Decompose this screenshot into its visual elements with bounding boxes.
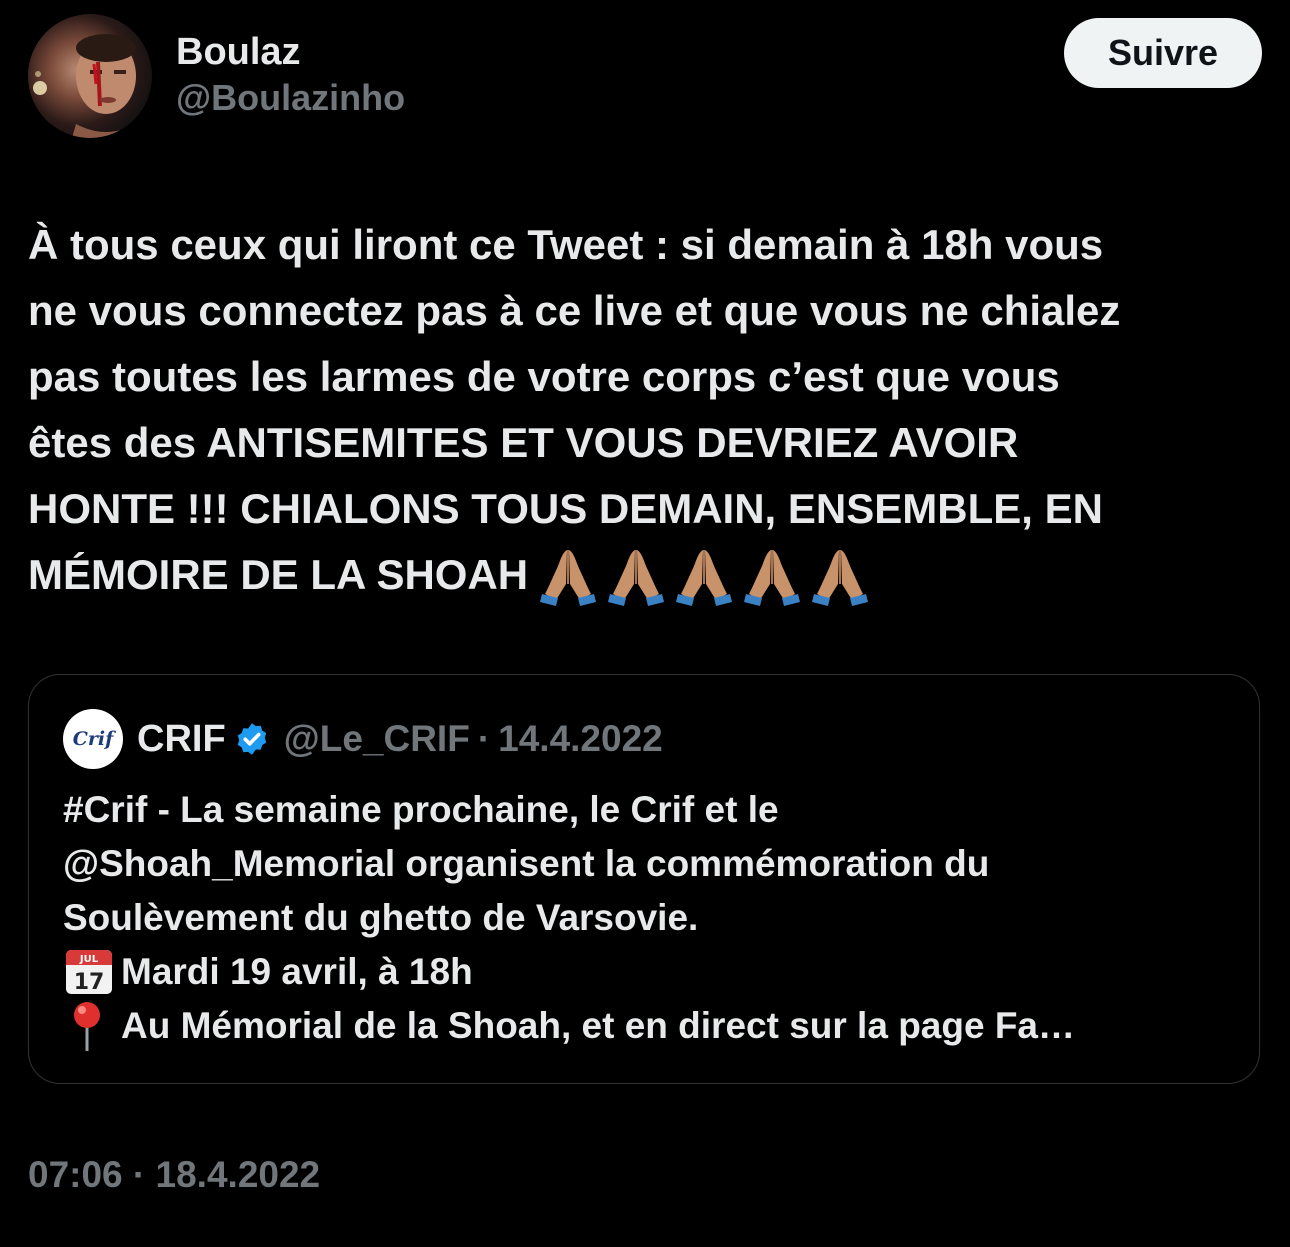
praying-hands-icon: [812, 549, 869, 606]
quoted-avatar-logo-text: Crif: [72, 728, 114, 750]
quoted-tweet-line-text: @Shoah_Memorial organisent la commémorat…: [63, 843, 990, 884]
tweet-line: HONTE !!! CHIALONS TOUS DEMAIN, ENSEMBLE…: [28, 485, 1103, 532]
quoted-author-handle[interactable]: @Le_CRIF: [284, 718, 470, 760]
praying-hands-icon: [540, 549, 597, 606]
meta-separator: ·: [477, 718, 491, 759]
quoted-author-name[interactable]: CRIF: [137, 718, 226, 761]
quoted-tweet-line-text: Soulèvement du ghetto de Varsovie.: [63, 897, 699, 938]
tweet-timestamp[interactable]: 07:06 · 18.4.2022: [28, 1154, 320, 1196]
quoted-tweet-date[interactable]: 14.4.2022: [498, 718, 663, 760]
quoted-author-avatar[interactable]: Crif: [63, 709, 123, 769]
author-info: Boulaz @Boulazinho: [176, 30, 405, 120]
calendar-day: 17: [74, 970, 105, 995]
author-display-name[interactable]: Boulaz: [176, 30, 405, 74]
praying-hands-icon: [608, 549, 665, 606]
praying-hands-emoji-row: [536, 544, 872, 608]
avatar-photo: [33, 34, 140, 138]
quoted-tweet-line: JUL 17 Mardi 19 avril, à 18h: [63, 945, 1243, 999]
praying-hands-icon: [676, 549, 733, 606]
verified-badge-icon: [234, 721, 270, 757]
tweet-text: À tous ceux qui liront ce Tweet : si dem…: [28, 212, 1268, 610]
tweet-date: 18.4.2022: [155, 1154, 321, 1195]
pushpin-icon: [63, 999, 121, 1053]
quoted-tweet-header: Crif CRIF @Le_CRIF · 14.4.2022: [63, 709, 663, 769]
quoted-tweet-line: @Shoah_Memorial organisent la commémorat…: [63, 837, 1243, 891]
quoted-tweet-line-text: #Crif - La semaine prochaine, le Crif et…: [63, 789, 779, 830]
follow-button[interactable]: Suivre: [1064, 18, 1262, 88]
calendar-month: JUL: [79, 954, 99, 965]
quoted-tweet-body: #Crif - La semaine prochaine, le Crif et…: [63, 783, 1243, 1053]
tweet-time: 07:06: [28, 1154, 123, 1195]
tweet-line: êtes des ANTISEMITES ET VOUS DEVRIEZ AVO…: [28, 419, 1019, 466]
quoted-tweet-line: Au Mémorial de la Shoah, et en direct su…: [63, 999, 1243, 1053]
quoted-tweet-line: Soulèvement du ghetto de Varsovie.: [63, 891, 1243, 945]
event-date-text: Mardi 19 avril, à 18h: [121, 951, 473, 992]
calendar-icon: JUL 17: [63, 945, 121, 999]
meta-separator: ·: [132, 1154, 146, 1195]
author-handle[interactable]: @Boulazinho: [176, 76, 405, 120]
tweet-line: MÉMOIRE DE LA SHOAH: [28, 551, 529, 598]
tweet-header: Boulaz @Boulazinho Suivre: [28, 14, 1262, 144]
event-place-text: Au Mémorial de la Shoah, et en direct su…: [121, 1005, 1076, 1046]
tweet-line: pas toutes les larmes de votre corps c’e…: [28, 353, 1060, 400]
tweet-line: ne vous connectez pas à ce live et que v…: [28, 287, 1121, 334]
quoted-tweet-line: #Crif - La semaine prochaine, le Crif et…: [63, 783, 1243, 837]
praying-hands-icon: [744, 549, 801, 606]
tweet-line: À tous ceux qui liront ce Tweet : si dem…: [28, 221, 1104, 268]
author-avatar[interactable]: [28, 14, 152, 138]
quoted-tweet-card[interactable]: Crif CRIF @Le_CRIF · 14.4.2022 #Crif - L…: [28, 674, 1260, 1084]
